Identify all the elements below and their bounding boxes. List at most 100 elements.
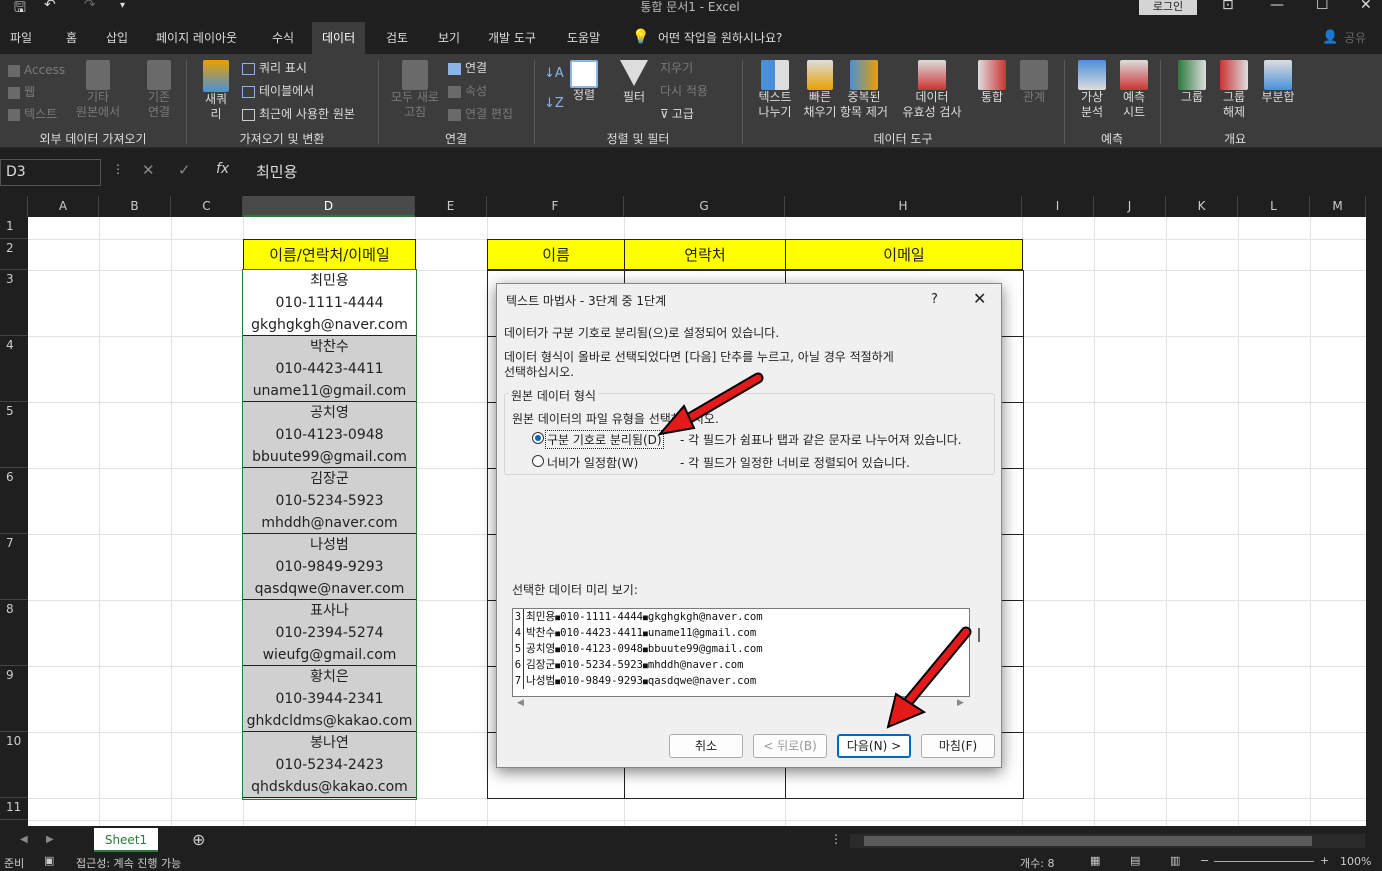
column-header[interactable]: G xyxy=(624,196,785,217)
undo-icon[interactable]: ↶ xyxy=(44,0,56,13)
macro-record-icon[interactable]: ▣ xyxy=(44,854,54,867)
column-header[interactable]: L xyxy=(1238,196,1310,217)
sheet-tab-sheet1[interactable]: Sheet1 xyxy=(94,828,158,852)
page-break-view-icon[interactable]: ▥ xyxy=(1170,854,1180,867)
page-layout-view-icon[interactable]: ▤ xyxy=(1130,854,1140,867)
consolidate-button[interactable]: 통합 xyxy=(974,60,1010,105)
close-icon[interactable]: ✕ xyxy=(973,289,986,308)
tab-page-layout[interactable]: 페이지 레이아웃 xyxy=(146,22,247,54)
connections-button[interactable]: 연결 xyxy=(448,61,487,75)
header-cell-h2[interactable]: 이메일 xyxy=(785,239,1023,270)
from-access-button[interactable]: Access xyxy=(8,63,65,77)
finish-button[interactable]: 마침(F) xyxy=(921,734,995,758)
scroll-left-icon[interactable]: ◀ xyxy=(20,834,28,845)
clear-filter-button[interactable]: 지우기 xyxy=(660,61,693,75)
next-button[interactable]: 다음(N) > xyxy=(837,734,911,758)
existing-connections-button[interactable]: 기존 연결 xyxy=(134,60,184,120)
row-header[interactable]: 7 xyxy=(0,534,28,600)
advanced-filter-button[interactable]: ⊽ 고급 xyxy=(660,107,694,121)
zoom-slider[interactable] xyxy=(1214,861,1314,862)
preview-scroll-right-icon[interactable]: ▶ xyxy=(957,698,964,708)
from-web-button[interactable]: 웹 xyxy=(8,85,35,99)
delimited-label[interactable]: 구분 기호로 분리됨(D) xyxy=(545,430,664,449)
horizontal-scroll-thumb[interactable] xyxy=(864,836,1312,846)
back-button[interactable]: < 뒤로(B) xyxy=(753,734,827,758)
accessibility-status[interactable]: 접근성: 계속 진행 가능 xyxy=(76,855,181,871)
data-validation-button[interactable]: 데이터 유효성 검사 xyxy=(896,60,968,120)
close-icon[interactable]: ✕ xyxy=(1360,0,1372,13)
row-header[interactable]: 1 xyxy=(0,217,28,239)
zoom-in-icon[interactable]: + xyxy=(1320,854,1329,867)
data-cell[interactable]: 황치은 010-3944-2341 ghkdcldms@kakao.com xyxy=(243,666,416,732)
redo-icon[interactable]: ↷ xyxy=(84,0,96,13)
select-all-corner[interactable] xyxy=(0,196,28,217)
row-header[interactable]: 3 xyxy=(0,270,28,336)
data-cell[interactable]: 봉나연 010-5234-2423 qhdskdus@kakao.com xyxy=(243,732,416,798)
customize-qat-icon[interactable]: ▾ xyxy=(120,0,125,11)
save-icon[interactable]: 🖫 xyxy=(14,0,26,21)
header-cell-d2[interactable]: 이름/연락처/이메일 xyxy=(243,239,416,270)
filter-button[interactable]: 필터 xyxy=(616,60,652,105)
add-sheet-icon[interactable]: ⊕ xyxy=(192,830,205,849)
tab-review[interactable]: 검토 xyxy=(376,22,418,54)
tab-help[interactable]: 도움말 xyxy=(557,22,610,54)
forecast-sheet-button[interactable]: 예측 시트 xyxy=(1116,60,1152,120)
column-header[interactable]: C xyxy=(171,196,243,217)
subtotal-button[interactable]: 부분합 xyxy=(1256,60,1300,105)
tab-insert[interactable]: 삽입 xyxy=(96,22,138,54)
tab-data[interactable]: 데이터 xyxy=(312,22,366,54)
row-header[interactable]: 4 xyxy=(0,336,28,402)
flash-fill-button[interactable]: 빠른 채우기 xyxy=(800,60,840,120)
name-box[interactable]: D3 xyxy=(0,159,101,186)
preview-scroll-left-icon[interactable]: ◀ xyxy=(517,698,524,708)
login-button[interactable]: 로그인 xyxy=(1139,0,1197,15)
maximize-icon[interactable]: ☐ xyxy=(1316,0,1329,13)
ribbon-display-icon[interactable]: ⊡ xyxy=(1222,0,1234,13)
tell-me-box[interactable]: 어떤 작업을 원하시나요? xyxy=(648,22,792,54)
group-button[interactable]: 그룹 xyxy=(1174,60,1210,105)
column-header[interactable]: E xyxy=(415,196,487,217)
column-header[interactable]: I xyxy=(1022,196,1094,217)
fixed-width-radio[interactable] xyxy=(532,455,544,467)
header-cell-g2[interactable]: 연락처 xyxy=(624,239,786,270)
data-cell[interactable]: 나성범 010-9849-9293 qasdqwe@naver.com xyxy=(243,534,416,600)
from-other-sources-button[interactable]: 기타 원본에서 xyxy=(68,60,128,120)
row-header[interactable]: 11 xyxy=(0,798,28,820)
from-table-button[interactable]: 테이블에서 xyxy=(242,84,314,98)
column-header[interactable]: K xyxy=(1166,196,1238,217)
minimize-icon[interactable]: — xyxy=(1270,0,1284,13)
data-preview[interactable]: 3 최민용■010-1111-4444■gkghgkgh@naver.com 4 박찬… xyxy=(512,608,970,697)
preview-vertical-scroll[interactable] xyxy=(978,628,980,642)
delimited-radio[interactable] xyxy=(532,432,544,444)
tab-developer[interactable]: 개발 도구 xyxy=(478,22,546,54)
scroll-right-icon[interactable]: ▶ xyxy=(46,834,54,845)
row-header[interactable]: 5 xyxy=(0,402,28,468)
cancel-entry-icon[interactable]: ✕ xyxy=(142,161,155,179)
tab-view[interactable]: 보기 xyxy=(428,22,470,54)
confirm-entry-icon[interactable]: ✓ xyxy=(178,161,191,179)
tab-formulas[interactable]: 수식 xyxy=(262,22,304,54)
column-header[interactable]: M xyxy=(1310,196,1366,217)
fixed-width-label[interactable]: 너비가 일정함(W) xyxy=(547,454,638,471)
data-cell[interactable]: 김장군 010-5234-5923 mhddh@naver.com xyxy=(243,468,416,534)
show-queries-button[interactable]: 쿼리 표시 xyxy=(242,61,307,75)
column-header[interactable]: B xyxy=(99,196,171,217)
ungroup-button[interactable]: 그룹 해제 xyxy=(1214,60,1254,120)
column-header[interactable]: F xyxy=(487,196,624,217)
more-icon[interactable]: ⋮ xyxy=(112,162,124,176)
tab-file[interactable]: 파일 xyxy=(0,22,42,54)
new-query-button[interactable]: 새쿼 리 xyxy=(196,60,236,122)
formula-input[interactable]: 최민용 xyxy=(243,159,1382,186)
reapply-button[interactable]: 다시 적용 xyxy=(660,84,708,98)
text-to-columns-button[interactable]: 텍스트 나누기 xyxy=(752,60,798,120)
header-cell-f2[interactable]: 이름 xyxy=(487,239,625,270)
recent-sources-button[interactable]: 최근에 사용한 원본 xyxy=(242,107,355,121)
more-options-icon[interactable]: ⋮ xyxy=(830,832,842,846)
data-cell[interactable]: 공치영 010-4123-0948 bbuute99@gmail.com xyxy=(243,402,416,468)
row-header[interactable]: 10 xyxy=(0,732,28,798)
normal-view-icon[interactable]: ▦ xyxy=(1090,854,1100,867)
row-header[interactable]: 8 xyxy=(0,600,28,666)
refresh-all-button[interactable]: 모두 새로 고침 xyxy=(386,60,444,120)
zoom-level[interactable]: 100% xyxy=(1340,855,1371,868)
from-text-button[interactable]: 텍스트 xyxy=(8,107,57,121)
